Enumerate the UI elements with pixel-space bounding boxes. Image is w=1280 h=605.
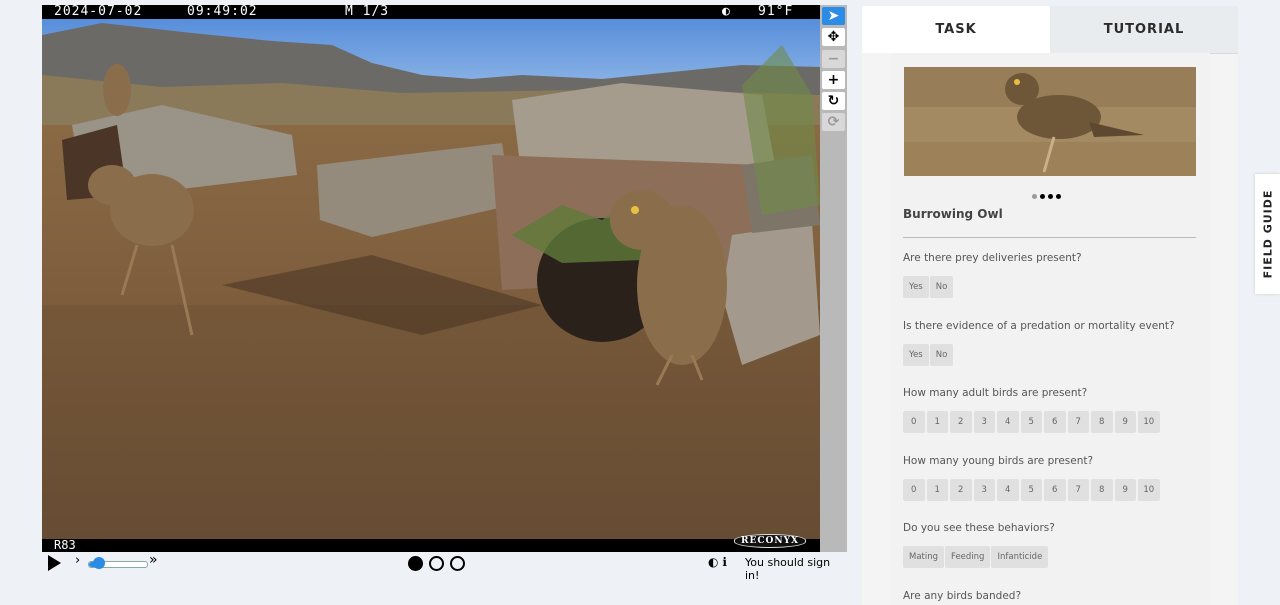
- frame-dot[interactable]: [450, 556, 465, 571]
- task-panel: TASK TUTORIAL Burrowing Owl Are there pr…: [862, 6, 1238, 605]
- task-tabs: TASK TUTORIAL: [862, 6, 1238, 54]
- tab-task[interactable]: TASK: [862, 6, 1050, 53]
- answer-option-button[interactable]: 6: [1044, 411, 1066, 433]
- minus-icon: −: [827, 51, 840, 67]
- answer-options: 0 1 2 3 4 5 6 7 8 9 10: [903, 411, 1162, 433]
- answer-option-button[interactable]: 9: [1114, 411, 1136, 433]
- speed-slider-handle[interactable]: [93, 557, 105, 569]
- species-name: Burrowing Owl: [903, 207, 1003, 221]
- answer-option-button[interactable]: 9: [1114, 478, 1136, 501]
- answer-option-button[interactable]: 2: [950, 478, 972, 501]
- temperature: 91°F: [758, 5, 794, 19]
- answer-option-button[interactable]: 4: [997, 478, 1019, 501]
- zoom-in-button[interactable]: +: [822, 71, 845, 89]
- move-tool-button[interactable]: ✥: [822, 28, 845, 46]
- image-toolbar: ➤ ✥ − + ↻ ⟳: [820, 5, 847, 552]
- carousel-dot[interactable]: [1040, 194, 1045, 199]
- answer-option-button[interactable]: 10: [1138, 478, 1160, 501]
- tab-tutorial[interactable]: TUTORIAL: [1050, 6, 1238, 54]
- answer-option-button[interactable]: 1: [926, 478, 948, 501]
- playback-controls: › » ◐ ℹ You should sign in!: [42, 552, 847, 582]
- answer-options: Yes No: [903, 276, 954, 298]
- moon-phase-icon: ◐: [722, 5, 731, 19]
- frame-selector: [408, 556, 471, 575]
- rotate-icon: ↻: [827, 93, 840, 109]
- slow-speed-icon[interactable]: ›: [75, 553, 80, 568]
- answer-option-button[interactable]: 1: [926, 411, 948, 433]
- answer-option-button[interactable]: 3: [973, 478, 995, 501]
- question-text: Do you see these behaviors?: [903, 522, 1055, 534]
- fast-speed-icon[interactable]: »: [149, 552, 158, 568]
- camera-id: R83: [54, 538, 76, 552]
- carousel-dot[interactable]: [1056, 194, 1061, 199]
- answer-option-button[interactable]: Yes: [903, 343, 929, 366]
- answer-options: Yes No: [903, 343, 954, 366]
- question-text: Are there prey deliveries present?: [903, 252, 1082, 264]
- reconyx-logo: RECONYX: [734, 534, 806, 548]
- answer-options: 0 1 2 3 4 5 6 7 8 9 10: [903, 478, 1162, 501]
- frame-dot[interactable]: [408, 556, 423, 571]
- subject-image-viewer[interactable]: 2024-07-02 09:49:02 M 1/3 ◐ 91°F R83 REC…: [42, 5, 820, 552]
- move-icon: ✥: [827, 29, 840, 45]
- field-guide-tab[interactable]: FIELD GUIDE: [1255, 174, 1280, 294]
- sign-in-prompt[interactable]: You should sign in!: [745, 556, 847, 582]
- carousel-dot[interactable]: [1048, 194, 1053, 199]
- species-example-image[interactable]: [904, 67, 1196, 176]
- task-content: Burrowing Owl Are there prey deliveries …: [890, 53, 1210, 605]
- question-text: How many adult birds are present?: [903, 387, 1088, 399]
- metadata-icons: ◐ ℹ: [708, 555, 727, 569]
- capture-time: 09:49:02: [187, 5, 258, 19]
- answer-option-button[interactable]: Infanticide: [991, 546, 1049, 568]
- frame-dot[interactable]: [429, 556, 444, 571]
- carousel-dot[interactable]: [1032, 194, 1037, 199]
- answer-option-button[interactable]: 5: [1020, 411, 1042, 433]
- play-icon[interactable]: [48, 555, 61, 571]
- zoom-out-button[interactable]: −: [822, 50, 845, 68]
- invert-icon[interactable]: ◐: [708, 555, 718, 569]
- question-text: Is there evidence of a predation or mort…: [903, 319, 1175, 332]
- answer-option-button[interactable]: 8: [1091, 478, 1113, 501]
- answer-option-button[interactable]: No: [929, 276, 954, 298]
- reset-button[interactable]: ⟳: [822, 113, 845, 131]
- question-text: How many young birds are present?: [903, 454, 1094, 467]
- capture-mode: M 1/3: [345, 5, 390, 19]
- rotate-button[interactable]: ↻: [822, 92, 845, 110]
- image-carousel-dots: [1032, 184, 1064, 203]
- answer-options: Mating Feeding Infanticide: [903, 546, 1049, 568]
- reset-icon: ⟳: [827, 114, 840, 130]
- answer-option-button[interactable]: 2: [950, 411, 972, 433]
- question-text: Are any birds banded?: [903, 589, 1022, 602]
- answer-option-button[interactable]: Feeding: [945, 546, 991, 568]
- answer-option-button[interactable]: 7: [1067, 411, 1089, 433]
- pointer-tool-button[interactable]: ➤: [822, 7, 845, 25]
- answer-option-button[interactable]: Yes: [903, 276, 929, 298]
- answer-option-button[interactable]: No: [929, 343, 954, 366]
- divider: [903, 237, 1196, 238]
- answer-option-button[interactable]: 3: [973, 411, 995, 433]
- answer-option-button[interactable]: 0: [903, 478, 925, 501]
- answer-option-button[interactable]: 6: [1044, 478, 1066, 501]
- answer-option-button[interactable]: 5: [1020, 478, 1042, 501]
- camera-footer-bar: R83: [42, 539, 820, 552]
- info-icon[interactable]: ℹ: [722, 555, 727, 569]
- cursor-icon: ➤: [827, 8, 840, 24]
- answer-option-button[interactable]: 4: [997, 411, 1019, 433]
- answer-option-button[interactable]: 0: [903, 411, 925, 433]
- capture-date: 2024-07-02: [54, 5, 143, 19]
- field-guide-label: FIELD GUIDE: [1261, 189, 1274, 279]
- answer-option-button[interactable]: 10: [1138, 411, 1160, 433]
- camera-info-bar: 2024-07-02 09:49:02 M 1/3 ◐ 91°F: [42, 5, 820, 19]
- answer-option-button[interactable]: Mating: [903, 546, 945, 568]
- answer-option-button[interactable]: 8: [1091, 411, 1113, 433]
- camera-trap-photo: [42, 5, 820, 552]
- answer-option-button[interactable]: 7: [1067, 478, 1089, 501]
- plus-icon: +: [827, 72, 840, 88]
